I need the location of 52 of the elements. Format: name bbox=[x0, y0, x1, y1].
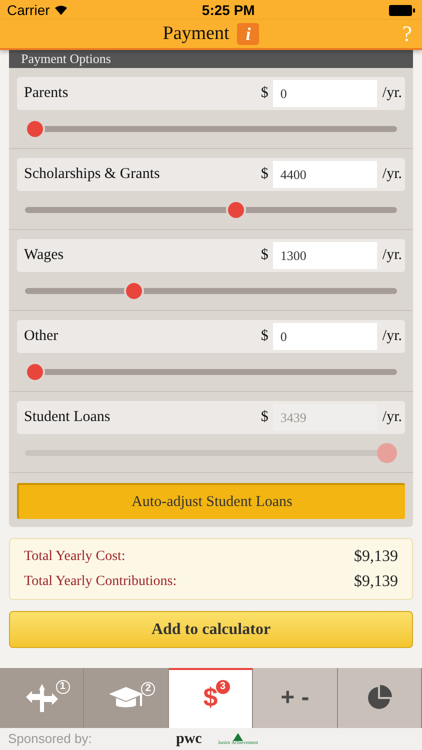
row-label: Other bbox=[24, 327, 60, 346]
step-number-badge: 3 bbox=[216, 680, 230, 694]
row-label: Scholarships & Grants bbox=[24, 165, 161, 184]
total-value: $9,139 bbox=[354, 546, 398, 566]
dollar-symbol: $ bbox=[203, 682, 218, 712]
sponsor-logo: pwc bbox=[176, 730, 202, 749]
info-button[interactable]: i bbox=[237, 23, 260, 45]
step-number-badge: 2 bbox=[141, 682, 156, 696]
clock-time: 5:25 PM bbox=[202, 0, 255, 20]
currency-sign: $ bbox=[260, 165, 268, 184]
total-value: $9,139 bbox=[354, 572, 398, 592]
unit-label: /yr. bbox=[382, 165, 402, 184]
pie-chart-icon bbox=[366, 685, 392, 711]
carrier-label: Carrier bbox=[7, 0, 50, 20]
slider[interactable] bbox=[25, 281, 397, 301]
unit-label: /yr. bbox=[382, 408, 402, 428]
tab-bar-item[interactable]: + - bbox=[253, 668, 338, 728]
slider[interactable] bbox=[25, 443, 397, 463]
slider[interactable] bbox=[25, 362, 397, 382]
amount-input[interactable]: 4400 bbox=[273, 161, 378, 188]
plus-minus-label: + - bbox=[280, 686, 310, 710]
auto-adjust-button[interactable]: Auto-adjust Student Loans bbox=[17, 483, 405, 519]
unit-label: /yr. bbox=[382, 327, 402, 346]
currency-sign: $ bbox=[260, 327, 268, 346]
unit-label: /yr. bbox=[382, 84, 402, 104]
wifi-icon bbox=[54, 5, 68, 15]
row-label: Wages bbox=[24, 246, 65, 266]
tab-bar-item[interactable] bbox=[338, 668, 422, 728]
slider[interactable] bbox=[25, 200, 397, 220]
add-to-calculator-button[interactable]: Add to calculator bbox=[9, 611, 413, 648]
triangle-icon bbox=[232, 732, 243, 740]
sponsored-by-label: Sponsored by: bbox=[8, 730, 93, 748]
row-label: Parents bbox=[24, 84, 70, 104]
currency-sign: $ bbox=[260, 84, 268, 104]
amount-input[interactable]: 0 bbox=[273, 323, 378, 350]
page-title: Payment bbox=[162, 22, 230, 46]
unit-label: /yr. bbox=[382, 246, 402, 266]
tab-bar-item[interactable]: 2 bbox=[84, 668, 169, 728]
graduation-cap-icon bbox=[109, 686, 144, 710]
slider[interactable] bbox=[25, 119, 397, 139]
total-label: Total Yearly Cost: bbox=[24, 548, 126, 566]
currency-sign: $ bbox=[260, 408, 268, 428]
section-header: Payment Options bbox=[9, 50, 413, 68]
row-label: Student Loans bbox=[24, 408, 112, 428]
signpost-icon bbox=[26, 684, 58, 712]
battery-icon bbox=[388, 4, 415, 16]
step-number-badge: 1 bbox=[56, 680, 70, 694]
tab-bar-item[interactable]: 1 bbox=[0, 668, 84, 728]
amount-input[interactable]: 0 bbox=[273, 80, 378, 107]
currency-sign: $ bbox=[260, 246, 268, 266]
total-label: Total Yearly Contributions: bbox=[24, 573, 177, 591]
amount-input[interactable]: 1300 bbox=[273, 242, 378, 269]
